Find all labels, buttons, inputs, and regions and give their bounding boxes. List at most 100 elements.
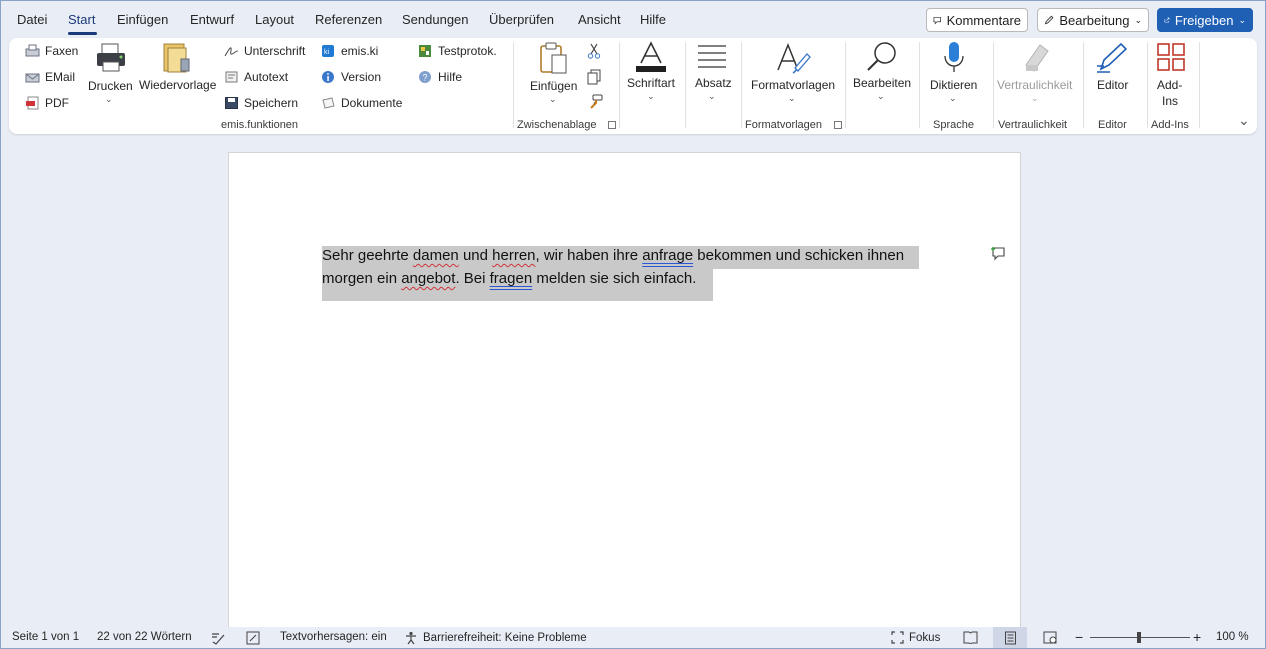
ribbon-divider	[513, 42, 514, 128]
focus-mode-button[interactable]: Fokus	[891, 631, 940, 644]
speichern-button[interactable]: Speichern	[224, 96, 298, 110]
signature-icon	[224, 47, 239, 57]
focus-label: Fokus	[909, 631, 941, 644]
tab-layout[interactable]: Layout	[255, 12, 294, 27]
page-count[interactable]: Seite 1 von 1	[12, 631, 79, 643]
zoom-slider-thumb[interactable]	[1137, 632, 1141, 643]
hilfe-label: Hilfe	[438, 70, 463, 84]
folder-icon	[163, 43, 190, 73]
zoom-in-icon[interactable]: +	[1193, 629, 1201, 645]
microphone-icon	[944, 42, 964, 72]
unterschrift-label: Unterschrift	[244, 44, 306, 58]
group-label-voice: Sprache	[933, 119, 974, 131]
tab-entwurf[interactable]: Entwurf	[190, 12, 234, 27]
group-label-editor: Editor	[1098, 119, 1127, 131]
tab-hilfe[interactable]: Hilfe	[640, 12, 666, 27]
ribbon-divider	[1083, 42, 1084, 128]
focus-icon	[891, 631, 904, 644]
printer-icon	[97, 43, 125, 72]
spelling-error-word[interactable]: herren	[492, 247, 535, 264]
new-comment-icon[interactable]	[990, 246, 1006, 261]
spelling-error-word[interactable]: angebot	[401, 270, 455, 287]
svg-text:?: ?	[423, 73, 428, 83]
format-painter-icon[interactable]	[587, 94, 603, 110]
tab-sendungen[interactable]: Sendungen	[402, 12, 469, 27]
styles-launcher-icon[interactable]	[834, 121, 842, 129]
tab-ansicht[interactable]: Ansicht	[578, 12, 621, 27]
zoom-level[interactable]: 100 %	[1216, 631, 1249, 643]
text-run: . Bei	[455, 270, 490, 287]
svg-text:ki: ki	[324, 49, 330, 56]
autotext-label: Autotext	[244, 70, 289, 84]
font-icon	[636, 41, 666, 72]
emis-ki-label: emis.ki	[341, 44, 379, 58]
drucken-label: Drucken	[88, 79, 133, 93]
read-mode-icon[interactable]	[963, 631, 978, 644]
faxen-label: Faxen	[45, 44, 79, 58]
unterschrift-button[interactable]: Unterschrift	[224, 44, 305, 58]
accessibility-status[interactable]: Barrierefreiheit: Keine Probleme	[405, 631, 587, 645]
ribbon-collapse-chevron-icon[interactable]: ⌄	[1238, 112, 1250, 129]
ribbon-divider	[619, 42, 620, 128]
styles-icon	[777, 42, 811, 74]
testprotok-button[interactable]: Testprotok.	[418, 44, 497, 58]
spelling-error-word[interactable]: damen	[413, 247, 459, 264]
email-button[interactable]: EMail	[25, 70, 75, 84]
documents-icon	[322, 97, 335, 109]
text-run: , wir haben ihre	[535, 247, 643, 264]
word-count[interactable]: 22 von 22 Wörtern	[97, 631, 192, 643]
cut-icon[interactable]	[587, 43, 601, 59]
grammar-suggestion-word[interactable]: anfrage	[642, 247, 693, 264]
dokumente-button[interactable]: Dokumente	[321, 96, 402, 110]
autotext-button[interactable]: Autotext	[224, 70, 288, 84]
help-icon: ?	[419, 71, 431, 83]
chevron-down-icon: ⌄	[549, 94, 557, 104]
proofing-icon[interactable]	[211, 631, 226, 645]
email-icon	[25, 73, 40, 83]
pdf-icon	[26, 96, 39, 110]
tab-datei[interactable]: Datei	[17, 12, 47, 27]
faxen-button[interactable]: Faxen	[25, 44, 78, 58]
group-label-addins: Add-Ins	[1151, 119, 1189, 131]
tab-einfuegen[interactable]: Einfügen	[117, 12, 168, 27]
document-page[interactable]	[228, 152, 1021, 632]
sensitivity-label: Vertraulichkeit	[997, 78, 1073, 92]
zoom-out-icon[interactable]: −	[1075, 629, 1083, 645]
ribbon-divider	[845, 42, 846, 128]
editing-mode-label: Bearbeitung	[1059, 12, 1130, 28]
hilfe-button[interactable]: ? Hilfe	[418, 70, 462, 84]
chevron-down-icon: ⌄	[877, 91, 885, 101]
web-layout-icon[interactable]	[1043, 631, 1058, 645]
paragraph-label: Absatz	[695, 76, 732, 90]
comments-button[interactable]: Kommentare	[926, 8, 1028, 32]
track-changes-icon[interactable]	[246, 631, 261, 645]
tab-start[interactable]: Start	[68, 12, 95, 27]
ribbon: Faxen EMail PDF Drucken ⌄ Wiedervorlage …	[9, 38, 1257, 134]
find-edit-label: Bearbeiten	[853, 76, 912, 90]
ribbon-divider	[685, 42, 686, 128]
print-layout-icon[interactable]	[1004, 631, 1017, 645]
paste-label: Einfügen	[530, 79, 578, 93]
pdf-button[interactable]: PDF	[25, 96, 69, 110]
clipboard-launcher-icon[interactable]	[608, 121, 616, 129]
share-icon	[1164, 17, 1170, 23]
tab-referenzen[interactable]: Referenzen	[315, 12, 382, 27]
tab-ueberpruefen[interactable]: Überprüfen	[489, 12, 554, 27]
sensitivity-icon	[1025, 44, 1049, 72]
addins-grid-icon	[1157, 43, 1185, 71]
addins-label-line2: Ins	[1162, 94, 1179, 108]
grammar-suggestion-word[interactable]: fragen	[490, 270, 533, 287]
text-run: Sehr geehrte	[322, 247, 413, 264]
editor-label: Editor	[1097, 78, 1129, 92]
document-body-text[interactable]: Sehr geehrte damen und herren, wir haben…	[322, 244, 920, 290]
emis-ki-button[interactable]: ki emis.ki	[321, 44, 378, 58]
wiedervorlage-label: Wiedervorlage	[139, 78, 217, 92]
speichern-label: Speichern	[244, 96, 299, 110]
version-button[interactable]: Version	[321, 70, 381, 84]
document-line-1: Sehr geehrte damen und herren, wir haben…	[322, 244, 920, 267]
copy-icon[interactable]	[587, 69, 601, 85]
text-predictions[interactable]: Textvorhersagen: ein	[280, 631, 387, 643]
editing-mode-button[interactable]: Bearbeitung ⌄	[1037, 8, 1149, 32]
fax-icon	[25, 44, 40, 57]
share-button[interactable]: Freigeben ⌄	[1157, 8, 1253, 32]
